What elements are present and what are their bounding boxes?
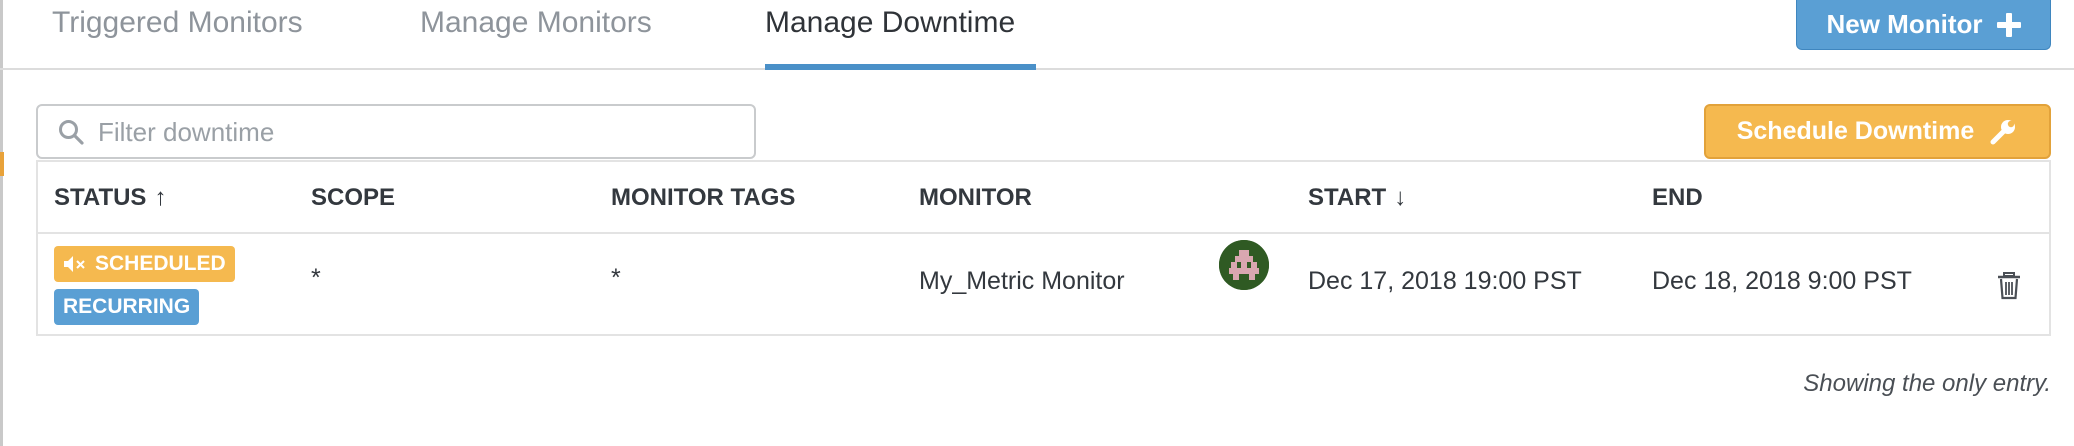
start-time-cell: Dec 17, 2018 19:00 PST — [1308, 267, 1582, 295]
new-monitor-button[interactable]: New Monitor — [1796, 0, 2051, 50]
column-header-monitor[interactable]: MONITOR — [919, 184, 1032, 212]
status-badge-recurring: RECURRING — [54, 289, 200, 325]
status-badge-scheduled-label: SCHEDULED — [95, 252, 226, 275]
user-avatar — [1219, 240, 1269, 290]
tab-manage-downtime[interactable]: Manage Downtime — [765, 0, 1036, 70]
schedule-downtime-button[interactable]: Schedule Downtime — [1704, 104, 2051, 159]
monitor-tabs: Triggered Monitors Manage Monitors Manag… — [0, 0, 2074, 70]
column-header-scope[interactable]: SCOPE — [311, 184, 395, 212]
tab-manage-monitors[interactable]: Manage Monitors — [420, 0, 652, 68]
column-header-start[interactable]: START ↓ — [1308, 184, 1406, 212]
new-monitor-label: New Monitor — [1826, 9, 1983, 39]
filter-downtime-input[interactable] — [96, 112, 740, 152]
column-header-end[interactable]: END — [1652, 184, 1703, 212]
pagination-summary: Showing the only entry. — [1803, 370, 2051, 397]
mute-icon — [64, 256, 85, 272]
scope-cell: * — [311, 264, 321, 292]
status-badge-scheduled: SCHEDULED — [54, 246, 235, 282]
tab-triggered-monitors[interactable]: Triggered Monitors — [52, 0, 303, 68]
plus-icon — [1996, 12, 2021, 37]
column-header-monitor-tags[interactable]: MONITOR TAGS — [611, 184, 795, 212]
column-header-status[interactable]: STATUS ↑ — [54, 184, 166, 212]
table-row[interactable]: SCHEDULED RECURRING * * My_Metric Monito… — [38, 234, 2049, 334]
monitor-link[interactable]: My_Metric Monitor — [919, 267, 1125, 296]
filter-downtime-field[interactable] — [36, 104, 756, 159]
end-time-cell: Dec 18, 2018 9:00 PST — [1652, 267, 1912, 295]
table-header: STATUS ↑ SCOPE MONITOR TAGS MONITOR START… — [38, 162, 2049, 234]
trash-icon[interactable] — [1996, 272, 2022, 300]
wrench-icon — [1990, 119, 2016, 144]
sort-ascending-icon: ↑ — [154, 184, 167, 211]
monitor-tags-cell: * — [611, 264, 621, 292]
sort-descending-icon: ↓ — [1394, 184, 1407, 211]
downtime-table: STATUS ↑ SCOPE MONITOR TAGS MONITOR START… — [36, 160, 2051, 336]
schedule-downtime-label: Schedule Downtime — [1736, 117, 1975, 145]
search-icon — [59, 120, 84, 145]
left-edge-marker — [0, 152, 4, 176]
